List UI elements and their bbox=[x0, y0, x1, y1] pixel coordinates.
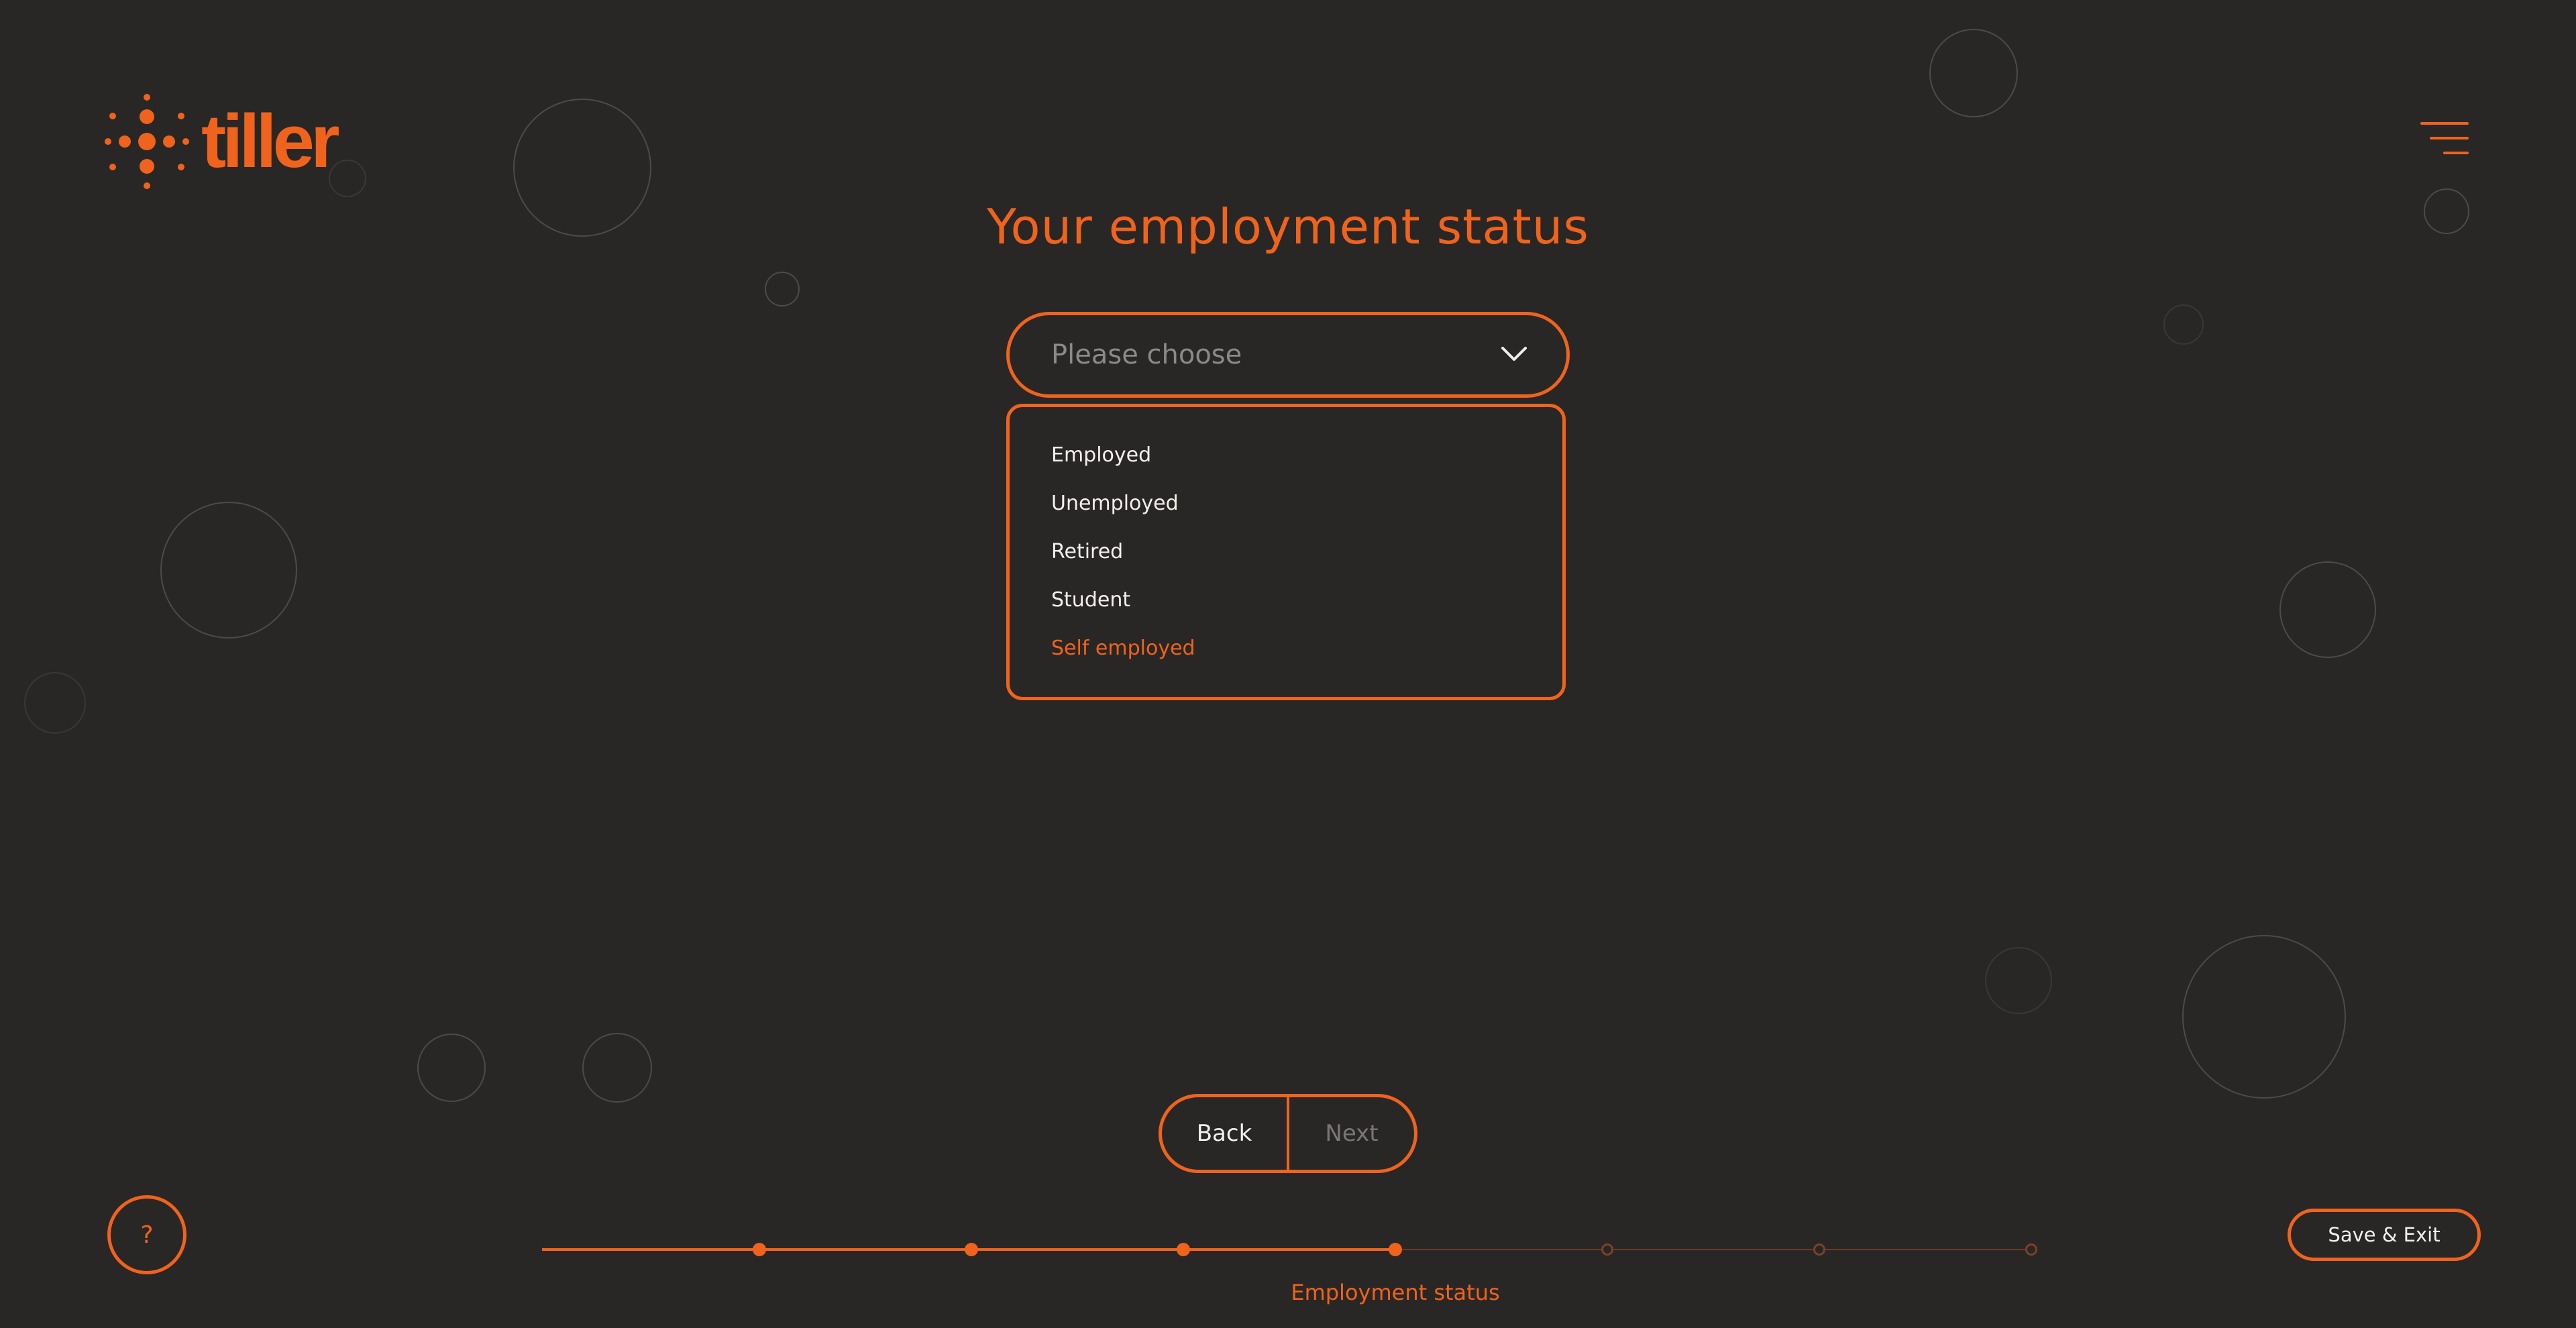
background-bubble bbox=[1929, 29, 2018, 117]
progress-step-complete bbox=[753, 1243, 766, 1256]
progress-step-complete bbox=[1177, 1243, 1190, 1256]
hamburger-menu-icon[interactable] bbox=[2420, 122, 2469, 156]
step-navigation: Back Next bbox=[1159, 1094, 1417, 1173]
progress-step-pending bbox=[2025, 1243, 2037, 1256]
background-bubble bbox=[2279, 561, 2376, 658]
next-button[interactable]: Next bbox=[1289, 1097, 1414, 1170]
background-bubble bbox=[160, 502, 297, 639]
chevron-down-icon bbox=[1501, 347, 1527, 361]
background-bubble bbox=[1985, 947, 2052, 1014]
page-title: Your employment status bbox=[987, 199, 1589, 255]
option-employed[interactable]: Employed bbox=[1051, 443, 1151, 467]
help-button[interactable]: ? bbox=[107, 1195, 186, 1274]
tiller-spark-icon bbox=[105, 94, 189, 189]
brand-logo[interactable]: tiller bbox=[105, 94, 340, 189]
select-placeholder: Please choose bbox=[1051, 339, 1242, 370]
progress-step-complete bbox=[965, 1243, 978, 1256]
background-bubble bbox=[2163, 305, 2204, 345]
progress-step-pending bbox=[1813, 1243, 1825, 1256]
option-retired[interactable]: Retired bbox=[1051, 540, 1123, 563]
option-unemployed[interactable]: Unemployed bbox=[1051, 492, 1179, 515]
background-bubble bbox=[2182, 935, 2346, 1099]
progress-track-remaining bbox=[1395, 1249, 2037, 1250]
brand-name: tiller bbox=[201, 99, 340, 183]
save-exit-button[interactable]: Save & Exit bbox=[2288, 1209, 2481, 1261]
employment-status-select[interactable]: Please choose bbox=[1006, 312, 1570, 398]
background-bubble bbox=[417, 1034, 486, 1102]
progress-step-pending bbox=[1601, 1243, 1613, 1256]
current-step-label: Employment status bbox=[1291, 1280, 1500, 1305]
background-bubble bbox=[24, 672, 86, 734]
employment-status-options: Employed Unemployed Retired Student Self… bbox=[1006, 404, 1566, 700]
option-self-employed[interactable]: Self employed bbox=[1051, 637, 1195, 660]
background-bubble bbox=[582, 1033, 652, 1103]
back-button[interactable]: Back bbox=[1162, 1097, 1289, 1170]
option-student[interactable]: Student bbox=[1051, 588, 1130, 612]
progress-step-complete bbox=[1389, 1243, 1402, 1256]
progress-stepper bbox=[542, 1239, 2037, 1260]
background-bubble bbox=[765, 272, 800, 307]
